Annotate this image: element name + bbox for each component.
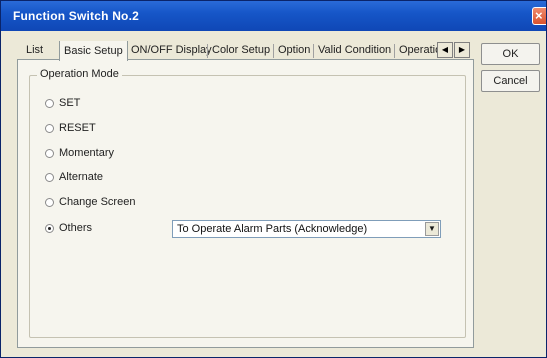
scroll-left-button[interactable]: ◀	[437, 42, 453, 58]
radio-label: Momentary	[59, 147, 115, 159]
radio-circle[interactable]	[45, 173, 54, 182]
radio-label: Alternate	[59, 171, 104, 183]
radio-circle[interactable]	[45, 149, 54, 158]
dialog-window: Function Switch No.2 × List Basic Setup …	[0, 0, 547, 358]
select-value: To Operate Alarm Parts (Acknowledge)	[177, 223, 368, 235]
tab-color-setup[interactable]: Color Setup	[212, 41, 270, 60]
tab-basic-setup[interactable]: Basic Setup	[59, 41, 128, 61]
radio-label: RESET	[59, 122, 96, 134]
others-action-select[interactable]: To Operate Alarm Parts (Acknowledge) ▼	[172, 220, 441, 238]
radio-label: Change Screen	[59, 196, 136, 208]
window-title: Function Switch No.2	[13, 9, 139, 23]
title-bar[interactable]: Function Switch No.2	[1, 1, 546, 31]
tab-separator	[273, 44, 274, 58]
radio-circle[interactable]	[45, 198, 54, 207]
tab-separator	[394, 44, 395, 58]
tab-on-off-display[interactable]: ON/OFF Display	[131, 41, 212, 60]
close-button[interactable]: ×	[532, 7, 546, 25]
radio-label: SET	[59, 97, 81, 109]
tab-strip: List Basic Setup ON/OFF Display Color Se…	[22, 41, 472, 61]
tab-separator	[207, 44, 208, 58]
tab-valid-condition[interactable]: Valid Condition	[318, 41, 391, 60]
arrow-left-icon: ◀	[441, 45, 449, 54]
close-icon: ×	[535, 8, 543, 23]
tab-separator	[313, 44, 314, 58]
cancel-button[interactable]: Cancel	[481, 70, 540, 92]
scroll-right-button[interactable]: ▶	[454, 42, 470, 58]
arrow-right-icon: ▶	[458, 45, 466, 54]
radio-circle[interactable]	[45, 99, 54, 108]
tab-list[interactable]: List	[26, 41, 43, 60]
ok-button[interactable]: OK	[481, 43, 540, 65]
tab-scroll-arrows: ◀ ▶	[437, 42, 471, 58]
tab-option[interactable]: Option	[278, 41, 310, 60]
chevron-down-icon[interactable]: ▼	[425, 222, 439, 236]
group-label: Operation Mode	[37, 68, 122, 80]
radio-label: Others	[59, 222, 93, 234]
radio-circle[interactable]	[45, 124, 54, 133]
radio-circle[interactable]	[45, 224, 54, 233]
